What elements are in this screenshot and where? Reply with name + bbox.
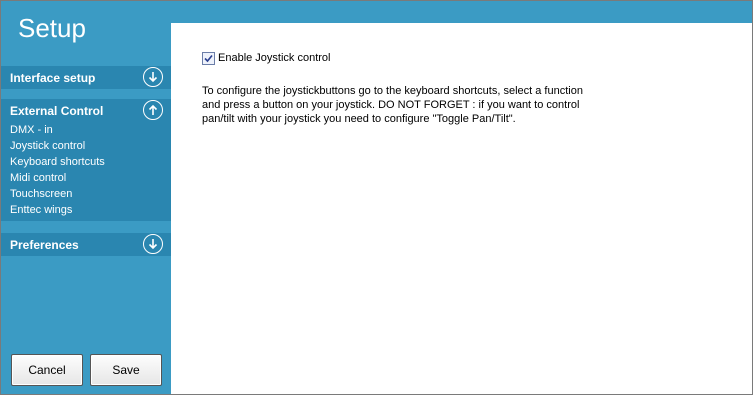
section-preferences-label: Preferences <box>10 238 79 252</box>
sidebar-item-midi-control[interactable]: Midi control <box>10 172 66 184</box>
sidebar-item-joystick-control[interactable]: Joystick control <box>10 140 85 152</box>
arrow-down-circle-icon[interactable] <box>143 234 163 254</box>
checkmark-icon <box>204 54 213 63</box>
external-control-list: DMX - in Joystick control Keyboard short… <box>1 121 171 221</box>
sidebar-item-keyboard-shortcuts[interactable]: Keyboard shortcuts <box>10 156 105 168</box>
sidebar: Setup Interface setup External Control D… <box>1 1 171 394</box>
section-preferences[interactable]: Preferences <box>1 233 171 256</box>
description-line-1: To configure the joystickbuttons go to t… <box>202 85 583 97</box>
section-external-control[interactable]: External Control <box>1 99 171 122</box>
section-external-control-label: External Control <box>10 104 104 118</box>
enable-joystick-label[interactable]: Enable Joystick control <box>218 52 331 64</box>
top-bar <box>171 1 752 23</box>
joystick-description: To configure the joystickbuttons go to t… <box>202 84 622 126</box>
enable-joystick-checkbox[interactable] <box>202 52 215 65</box>
main-content: Enable Joystick control To configure the… <box>171 23 752 394</box>
setup-window: Setup Interface setup External Control D… <box>0 0 753 395</box>
description-line-2: and press a button on your joystick. DO … <box>202 99 580 111</box>
section-interface-setup[interactable]: Interface setup <box>1 66 171 89</box>
description-line-3: pan/tilt with your joystick you need to … <box>202 113 516 125</box>
cancel-button[interactable]: Cancel <box>11 354 83 386</box>
section-interface-setup-label: Interface setup <box>10 71 96 85</box>
sidebar-item-dmx-in[interactable]: DMX - in <box>10 124 53 136</box>
arrow-down-circle-icon[interactable] <box>143 67 163 87</box>
setup-title: Setup <box>18 13 86 43</box>
save-button[interactable]: Save <box>90 354 162 386</box>
sidebar-item-enttec-wings[interactable]: Enttec wings <box>10 204 72 216</box>
arrow-up-circle-icon[interactable] <box>143 100 163 120</box>
sidebar-item-touchscreen[interactable]: Touchscreen <box>10 188 72 200</box>
